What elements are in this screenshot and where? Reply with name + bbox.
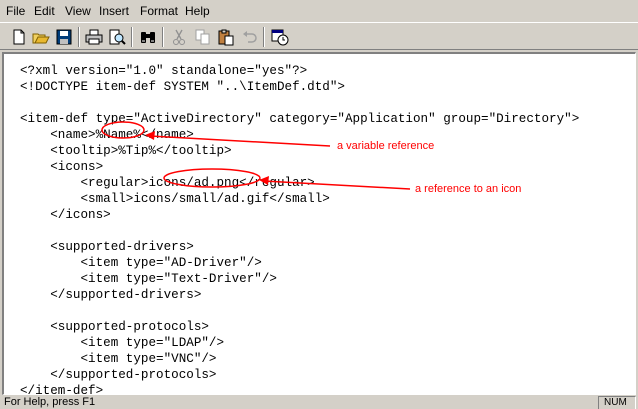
scissors-icon	[173, 29, 185, 45]
new-document-icon	[13, 29, 25, 45]
paste-button[interactable]	[216, 28, 236, 46]
code-line: <regular>icons/ad.png</regular>	[20, 176, 315, 190]
code-line: <!DOCTYPE item-def SYSTEM "..\ItemDef.dt…	[20, 80, 345, 94]
code-line: </item-def>	[20, 384, 104, 395]
print-preview-button[interactable]	[107, 28, 127, 46]
status-bar: For Help, press F1 NUM	[0, 396, 638, 409]
document-editor[interactable]: <?xml version="1.0" standalone="yes"?> <!…	[2, 52, 636, 395]
undo-button[interactable]	[240, 28, 260, 46]
status-text: For Help, press F1	[4, 396, 96, 408]
toolbar	[0, 22, 638, 50]
code-line: <icons>	[20, 160, 104, 174]
document-text: <?xml version="1.0" standalone="yes"?> <!…	[4, 54, 635, 395]
print-button[interactable]	[84, 28, 104, 46]
paste-clipboard-icon	[218, 29, 234, 46]
code-line: <item type="Text-Driver"/>	[20, 272, 277, 286]
menu-insert[interactable]: Insert	[99, 4, 129, 18]
code-line: <item type="VNC"/>	[20, 352, 217, 366]
code-line: <tooltip>%Tip%</tooltip>	[20, 144, 232, 158]
undo-icon	[243, 31, 257, 43]
cut-button[interactable]	[169, 28, 189, 46]
save-disk-icon	[56, 29, 72, 45]
code-line: </icons>	[20, 208, 111, 222]
copy-button[interactable]	[193, 28, 213, 46]
open-folder-icon	[32, 33, 50, 44]
code-line: <item type="LDAP"/>	[20, 336, 225, 350]
save-button[interactable]	[54, 28, 74, 46]
code-line: <supported-protocols>	[20, 320, 209, 334]
binoculars-icon	[141, 32, 155, 43]
open-button[interactable]	[31, 28, 51, 46]
print-preview-icon	[109, 29, 126, 45]
menu-view[interactable]: View	[65, 4, 91, 18]
menu-file[interactable]: File	[6, 4, 25, 18]
code-line: </supported-drivers>	[20, 288, 202, 302]
find-button[interactable]	[138, 28, 158, 46]
code-line: <?xml version="1.0" standalone="yes"?>	[20, 64, 308, 78]
menu-format[interactable]: Format	[140, 4, 178, 18]
code-line: <supported-drivers>	[20, 240, 194, 254]
num-lock-indicator: NUM	[598, 396, 636, 409]
date-time-button[interactable]	[270, 28, 290, 46]
code-line: <name>%Name%</name>	[20, 128, 194, 142]
menu-help[interactable]: Help	[185, 4, 210, 18]
code-line: <item-def type="ActiveDirectory" categor…	[20, 112, 580, 126]
code-line: <item type="AD-Driver"/>	[20, 256, 262, 270]
menu-bar: File Edit View Insert Format Help	[0, 0, 638, 20]
copy-icon	[195, 29, 210, 45]
code-line: </supported-protocols>	[20, 368, 217, 382]
printer-icon	[85, 29, 103, 45]
code-line: <small>icons/small/ad.gif</small>	[20, 192, 330, 206]
menu-edit[interactable]: Edit	[34, 4, 55, 18]
new-button[interactable]	[9, 28, 29, 46]
date-time-icon	[271, 29, 289, 46]
